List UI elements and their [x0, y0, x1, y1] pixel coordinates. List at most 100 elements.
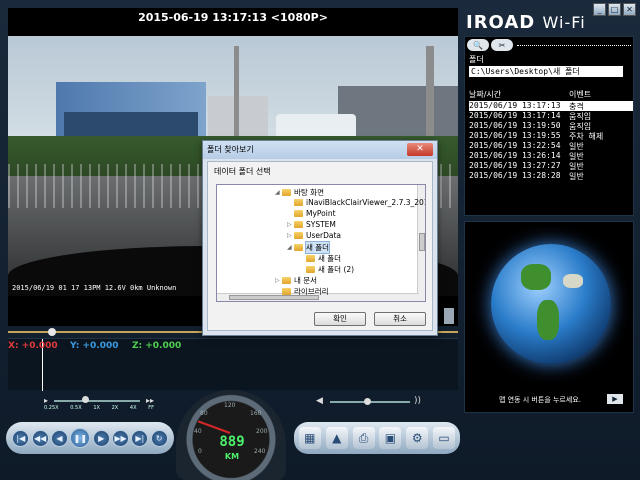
- volume-slider[interactable]: ◀ )): [316, 396, 426, 408]
- faster-icon[interactable]: ▸▸: [146, 396, 154, 405]
- search-icon[interactable]: 🔍: [467, 39, 489, 51]
- tree-node-label: 라이브러리: [294, 287, 329, 296]
- folder-icon: [282, 189, 291, 196]
- gsensor-y-label: Y: +0.000: [70, 341, 119, 351]
- capture-icon[interactable]: ⎙: [352, 427, 375, 449]
- file-row[interactable]: 2015/06/19 13:28:28 일반: [469, 171, 633, 181]
- file-event: 움직임: [569, 112, 592, 121]
- speedometer: 0 40 80 120 160 200 240 889 KM: [176, 390, 286, 480]
- tree-node[interactable]: ◢ 새 폴더: [287, 241, 331, 254]
- folder-icon: [294, 232, 303, 239]
- folder-icon[interactable]: ▭: [433, 427, 456, 449]
- speed-label[interactable]: 0.5X: [70, 405, 81, 411]
- play-icon[interactable]: ❚❚: [70, 428, 91, 448]
- folder-icon: [294, 199, 303, 206]
- brand-name: IROAD: [466, 12, 536, 33]
- file-datetime: 2015/06/19 13:19:50: [469, 121, 561, 130]
- expanded-arrow-icon[interactable]: ◢: [275, 189, 282, 196]
- tree-node-label: 새 폴더 (2): [318, 265, 355, 274]
- tree-node[interactable]: 새 폴더 (2): [299, 264, 354, 275]
- loop-icon[interactable]: ↻: [150, 429, 168, 447]
- file-row[interactable]: 2015/06/19 13:17:14 움직임: [469, 111, 633, 121]
- volume-high-icon[interactable]: )): [414, 396, 421, 406]
- speed-thumb[interactable]: [82, 396, 89, 403]
- tick-label: 160: [250, 410, 262, 417]
- file-row[interactable]: 2015/06/19 13:17:13 충격: [469, 101, 633, 111]
- tree-node[interactable]: ▷ 내 문서: [275, 275, 317, 286]
- col-event-header[interactable]: 이벤트: [569, 89, 591, 100]
- file-toolbar: 🔍 ✂: [467, 39, 513, 51]
- step-forward-icon[interactable]: ▶: [92, 429, 110, 447]
- tick-label: 120: [224, 402, 236, 409]
- volume-thumb[interactable]: [364, 398, 371, 405]
- tree-node-label: 내 문서: [294, 276, 318, 285]
- collapsed-arrow-icon[interactable]: ▷: [287, 221, 294, 228]
- brand-logo: IROAD Wi-Fi: [466, 12, 586, 33]
- ok-button[interactable]: 확인: [314, 312, 366, 326]
- file-row[interactable]: 2015/06/19 13:19:55 주차 해제: [469, 131, 633, 141]
- file-row[interactable]: 2015/06/19 13:22:54 일반: [469, 141, 633, 151]
- fullscreen-button[interactable]: [444, 308, 454, 324]
- expanded-arrow-icon[interactable]: ◢: [287, 244, 294, 251]
- settings-icon[interactable]: ⚙: [406, 427, 429, 449]
- tool-buttons: ▦ ▲ ⎙ ▣ ⚙ ▭: [294, 422, 460, 454]
- col-datetime-header[interactable]: 날짜/시간: [469, 89, 501, 100]
- file-datetime: 2015/06/19 13:19:55: [469, 131, 561, 140]
- tree-node-label: UserData: [306, 231, 342, 240]
- speed-label[interactable]: 2X: [112, 405, 119, 411]
- last-icon[interactable]: ▶|: [131, 429, 149, 447]
- close-icon[interactable]: ✕: [407, 143, 433, 156]
- tree-node[interactable]: MyPoint: [287, 209, 336, 218]
- file-row[interactable]: 2015/06/19 13:19:50 움직임: [469, 121, 633, 131]
- fast-forward-icon[interactable]: ▶▶: [111, 429, 129, 447]
- tree-node[interactable]: 새 폴더: [299, 253, 341, 264]
- tree-node[interactable]: iNaviBlackClairViewer_2.7.3_201: [287, 198, 425, 207]
- tick-label: 80: [200, 410, 208, 417]
- speed-value: 889: [219, 434, 245, 450]
- folder-path-field[interactable]: C:\Users\Desktop\새 폴더: [469, 66, 623, 77]
- tree-node-label: SYSTEM: [306, 220, 336, 229]
- film-icon[interactable]: ▦: [298, 427, 321, 449]
- speed-label[interactable]: FF: [148, 405, 154, 411]
- speed-labels: 0.25X 0.5X 1X 2X 4X FF: [44, 405, 154, 411]
- save-icon[interactable]: ▣: [379, 427, 402, 449]
- collapsed-arrow-icon[interactable]: ▷: [275, 277, 282, 284]
- slower-icon[interactable]: ▸: [44, 396, 48, 405]
- speed-label[interactable]: 4X: [130, 405, 137, 411]
- folder-tree[interactable]: ◢ 바탕 화면 iNaviBlackClairViewer_2.7.3_201 MyP…: [216, 184, 426, 302]
- map-play-button[interactable]: ▶: [607, 394, 623, 404]
- close-icon[interactable]: ✕: [623, 3, 636, 16]
- cancel-button[interactable]: 취소: [374, 312, 426, 326]
- map-icon[interactable]: ▲: [325, 427, 348, 449]
- folder-browse-dialog: 폴더 찾아보기 ✕ 데이터 폴더 선택 ◢ 바탕 화면 iNaviBlackClai…: [202, 140, 438, 336]
- timeline-thumb[interactable]: [47, 328, 56, 336]
- maximize-icon[interactable]: □: [608, 3, 621, 16]
- file-datetime: 2015/06/19 13:17:13: [469, 101, 561, 110]
- speed-needle: [197, 420, 231, 434]
- rewind-icon[interactable]: ◀◀: [31, 429, 49, 447]
- minimize-icon[interactable]: _: [593, 3, 606, 16]
- speed-label[interactable]: 0.25X: [44, 405, 59, 411]
- playback-speed-slider[interactable]: ▸ ▸▸ 0.25X 0.5X 1X 2X 4X FF: [44, 396, 154, 414]
- tree-node[interactable]: ◢ 바탕 화면: [275, 187, 324, 198]
- step-back-icon[interactable]: ◀: [50, 429, 68, 447]
- tree-node[interactable]: ▷ UserData: [287, 231, 341, 240]
- file-row[interactable]: 2015/06/19 13:27:27 일반: [469, 161, 633, 171]
- volume-low-icon[interactable]: ◀: [316, 396, 323, 406]
- map-panel: 맵 연동 시 버튼을 누르세요. ▶: [464, 221, 634, 413]
- file-datetime: 2015/06/19 13:22:54: [469, 141, 561, 150]
- dialog-prompt: 데이터 폴더 선택: [214, 167, 271, 176]
- tools-icon[interactable]: ✂: [491, 39, 513, 51]
- tick-label: 240: [254, 448, 266, 455]
- collapsed-arrow-icon[interactable]: ▷: [287, 232, 294, 239]
- folder-icon: [306, 255, 315, 262]
- folder-icon: [294, 210, 303, 217]
- file-row[interactable]: 2015/06/19 13:26:14 일반: [469, 151, 633, 161]
- tree-node[interactable]: ▷ SYSTEM: [287, 220, 336, 229]
- speed-label[interactable]: 1X: [93, 405, 100, 411]
- file-datetime: 2015/06/19 13:27:27: [469, 161, 561, 170]
- tree-node[interactable]: 라이브러리: [275, 286, 329, 297]
- gsensor-graph: X: +0.000 Y: +0.000 Z: +0.000: [8, 338, 458, 391]
- first-icon[interactable]: |◀: [12, 429, 30, 447]
- folder-icon: [294, 221, 303, 228]
